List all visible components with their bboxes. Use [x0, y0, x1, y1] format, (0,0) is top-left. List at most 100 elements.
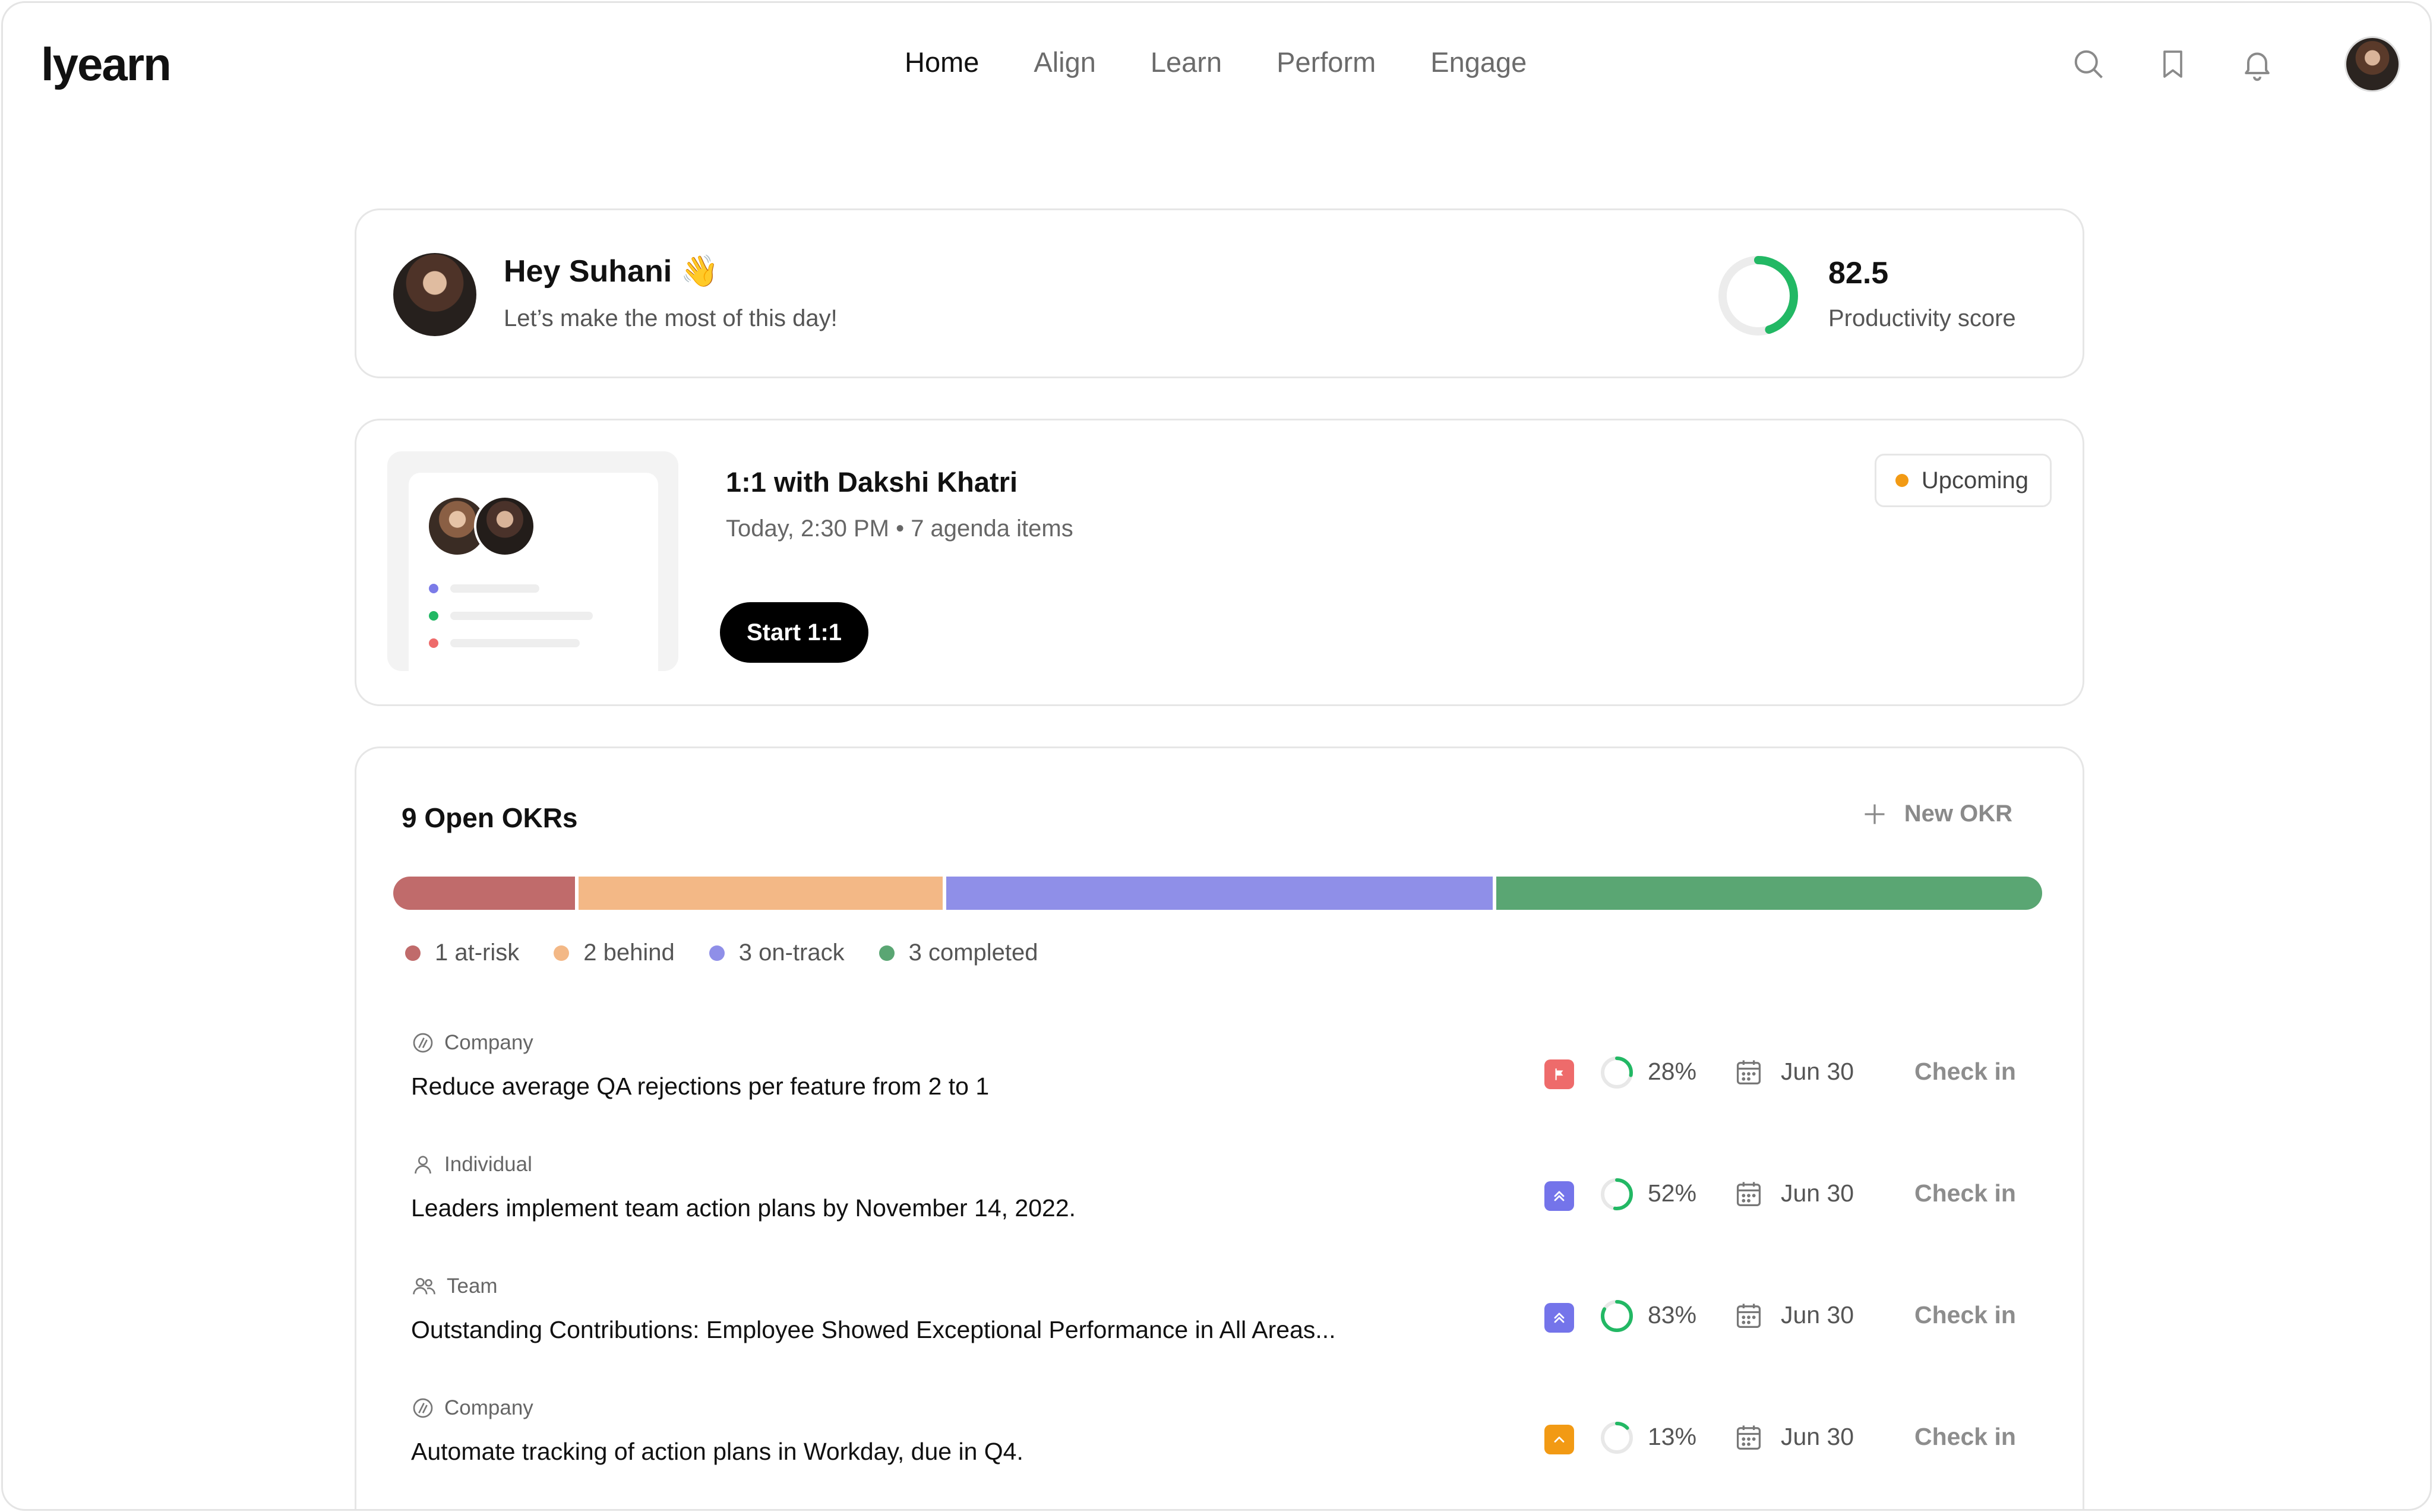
meeting-title: 1:1 with Dakshi Khatri [726, 466, 1018, 498]
chevron-up-icon [1544, 1425, 1574, 1454]
productivity-ring [1718, 256, 1798, 336]
check-in-button[interactable]: Check in [1914, 1301, 2016, 1329]
new-okr-label: New OKR [1904, 801, 2012, 827]
okr-title[interactable]: Outstanding Contributions: Employee Show… [411, 1316, 1336, 1344]
okr-type: Company [411, 1031, 533, 1055]
okr-bar-segment [579, 877, 943, 910]
search-icon[interactable] [2064, 40, 2113, 88]
legend-at-risk: 1 at-risk [405, 940, 519, 966]
nav-align[interactable]: Align [1034, 46, 1096, 78]
progress-percent: 83% [1648, 1301, 1697, 1328]
app-window: lyearn Home Align Learn Perform Engage H… [1, 1, 2432, 1511]
okr-title[interactable]: Automate tracking of action plans in Wor… [411, 1438, 1023, 1466]
legend-label: 2 behind [583, 940, 675, 966]
legend-dot [554, 945, 570, 961]
okr-type: Company [411, 1396, 533, 1420]
flag-icon [1544, 1059, 1574, 1089]
okr-type-label: Team [447, 1274, 498, 1298]
greeting-subtitle: Let’s make the most of this day! [504, 305, 838, 331]
plus-icon [1865, 804, 1885, 824]
okr-bar-segment [1496, 877, 2042, 910]
legend-behind: 2 behind [554, 940, 675, 966]
calendar-icon [1736, 1060, 1761, 1085]
nav-perform[interactable]: Perform [1276, 46, 1376, 78]
nav-engage[interactable]: Engage [1430, 46, 1527, 78]
meeting-preview [409, 473, 658, 671]
progress-ring [1601, 1300, 1633, 1332]
okr-type-label: Company [444, 1031, 533, 1054]
agenda-line [429, 638, 580, 648]
okr-row[interactable]: Individual Leaders implement team action… [356, 1153, 2083, 1271]
legend-on-track: 3 on-track [709, 940, 845, 966]
calendar-icon [1736, 1425, 1761, 1450]
productivity-score-label: Productivity score [1828, 305, 2016, 331]
header-actions [2064, 36, 2400, 92]
welcome-card: Hey Suhani 👋 Let’s make the most of this… [355, 208, 2084, 378]
okr-row[interactable]: Company Reduce average QA rejections per… [356, 1031, 2083, 1150]
company-icon [413, 1033, 433, 1053]
okr-status-bar [393, 877, 2042, 910]
meeting-card: 1:1 with Dakshi Khatri Today, 2:30 PM • … [355, 419, 2084, 706]
nav-learn[interactable]: Learn [1151, 46, 1222, 78]
calendar-icon [1736, 1182, 1761, 1207]
bell-icon[interactable] [2233, 40, 2282, 88]
okr-title[interactable]: Leaders implement team action plans by N… [411, 1194, 1076, 1222]
okr-type: Team [411, 1274, 498, 1298]
meeting-details: Today, 2:30 PM • 7 agenda items [726, 515, 1073, 542]
check-in-button[interactable]: Check in [1914, 1423, 2016, 1451]
user-avatar[interactable] [2344, 36, 2400, 92]
main-nav: Home Align Learn Perform Engage [905, 46, 1527, 78]
okr-row[interactable]: Team Outstanding Contributions: Employee… [356, 1274, 2083, 1393]
calendar-icon [1736, 1304, 1761, 1328]
progress-percent: 52% [1648, 1179, 1697, 1207]
due-date: Jun 30 [1781, 1179, 1854, 1207]
okr-row[interactable]: Company Automate tracking of action plan… [356, 1396, 2083, 1509]
okr-bar-segment [393, 877, 576, 910]
legend-completed: 3 completed [879, 940, 1038, 966]
agenda-line [429, 584, 539, 593]
check-in-button[interactable]: Check in [1914, 1179, 2016, 1207]
legend-label: 3 completed [908, 940, 1038, 966]
team-icon [413, 1278, 435, 1295]
productivity-score-value: 82.5 [1828, 256, 1889, 290]
greeting-title: Hey Suhani 👋 [504, 254, 719, 289]
nav-home[interactable]: Home [905, 46, 979, 78]
company-icon [413, 1398, 433, 1418]
legend-dot [879, 945, 895, 961]
bookmark-icon[interactable] [2148, 40, 2197, 88]
due-date: Jun 30 [1781, 1423, 1854, 1450]
progress-percent: 28% [1648, 1058, 1697, 1085]
okr-type-label: Company [444, 1396, 533, 1419]
okr-bar-segment [946, 877, 1493, 910]
check-in-button[interactable]: Check in [1914, 1058, 2016, 1086]
person-icon [415, 1156, 431, 1174]
start-meeting-button[interactable]: Start 1:1 [720, 602, 868, 663]
okr-type: Individual [411, 1153, 532, 1176]
new-okr-button[interactable]: New OKR [1862, 801, 2012, 827]
okr-type-label: Individual [444, 1153, 532, 1176]
progress-ring [1601, 1178, 1633, 1210]
avatar [474, 495, 536, 557]
logo[interactable]: lyearn [41, 37, 172, 91]
status-badge: Upcoming [1874, 454, 2052, 507]
status-dot [1895, 474, 1909, 487]
due-date: Jun 30 [1781, 1301, 1854, 1328]
progress-percent: 13% [1648, 1423, 1697, 1450]
okr-section-title: 9 Open OKRs [402, 802, 578, 833]
legend-dot [405, 945, 421, 961]
avatar [393, 253, 476, 336]
legend-dot [709, 945, 725, 961]
status-label: Upcoming [1921, 467, 2028, 494]
okr-legend: 1 at-risk 2 behind 3 on-track 3 complete… [405, 940, 1038, 966]
meeting-thumbnail [387, 451, 678, 671]
agenda-line [429, 611, 593, 621]
okr-card: 9 Open OKRs New OKR 1 at-risk 2 behind 3… [355, 746, 2084, 1509]
due-date: Jun 30 [1781, 1058, 1854, 1085]
double-chevron-up-icon [1544, 1181, 1574, 1211]
double-chevron-up-icon [1544, 1303, 1574, 1333]
legend-label: 1 at-risk [435, 940, 520, 966]
progress-ring [1601, 1422, 1633, 1454]
progress-ring [1601, 1056, 1633, 1089]
legend-label: 3 on-track [738, 940, 845, 966]
okr-title[interactable]: Reduce average QA rejections per feature… [411, 1073, 989, 1100]
